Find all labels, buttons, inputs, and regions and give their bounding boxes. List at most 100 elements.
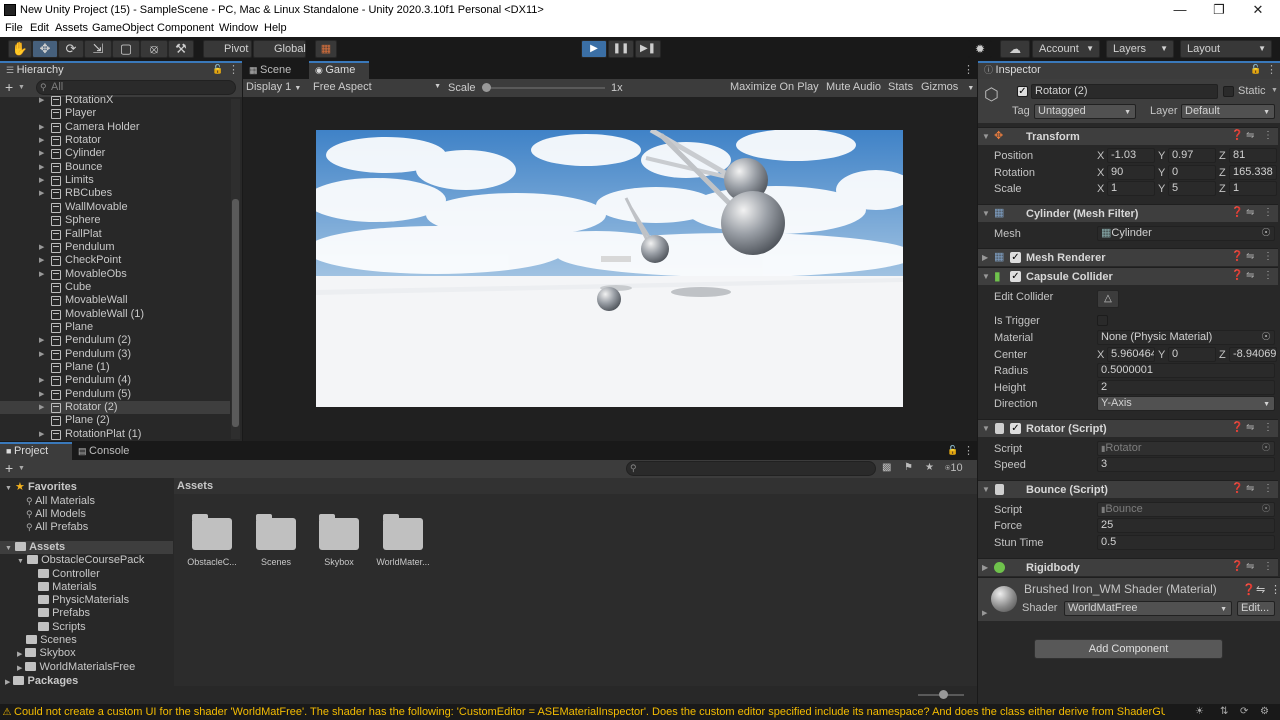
chevron-right-icon[interactable]: ▶ [39, 134, 44, 147]
hierarchy-item[interactable]: ▶ Bounce [0, 161, 230, 174]
speed-input[interactable]: 3 [1097, 457, 1275, 472]
more-icon[interactable]: ⋮ [1266, 63, 1277, 76]
more-icon[interactable]: ⋮ [1263, 207, 1273, 218]
favorites-header[interactable]: ▼ ★ Favorites [5, 481, 77, 494]
folder-skybox[interactable]: ▶ Skybox [17, 647, 76, 660]
preset-icon[interactable]: ⇋ [1246, 130, 1254, 141]
hierarchy-item[interactable]: MovableWall [0, 294, 230, 307]
shader-dropdown[interactable]: WorldMatFree ▼ [1064, 601, 1232, 616]
transform-header[interactable]: ▼ ✥ Transform ❓ ⇋ ⋮ [978, 127, 1278, 145]
gizmos-dropdown[interactable]: Gizmos ▼ [921, 81, 974, 93]
rect-tool-icon[interactable]: ▢ [112, 40, 140, 58]
folder-scripts[interactable]: Scripts [38, 621, 86, 634]
chevron-right-icon[interactable]: ▶ [39, 121, 44, 134]
scale-y-input[interactable]: 5 [1168, 181, 1216, 196]
move-tool-icon[interactable]: ✥ [32, 40, 58, 58]
height-input[interactable]: 2 [1097, 380, 1275, 395]
help-icon[interactable]: ❓ [1231, 130, 1243, 141]
hierarchy-item[interactable]: Plane (2) [0, 414, 230, 427]
breadcrumb-assets[interactable]: Assets [177, 480, 213, 492]
menu-edit[interactable]: Edit [30, 22, 49, 34]
mesh-field[interactable]: ▦Cylinder ☉ [1097, 226, 1275, 241]
hierarchy-item[interactable]: Player [0, 107, 230, 120]
close-button[interactable]: ✕ [1248, 2, 1268, 18]
help-icon[interactable]: ❓ [1231, 207, 1243, 218]
chevron-down-icon[interactable]: ▼ [18, 84, 25, 91]
stats-toggle[interactable]: Stats [888, 81, 913, 93]
position-z-input[interactable]: 81 [1229, 148, 1277, 163]
help-icon[interactable]: ❓ [1231, 270, 1243, 281]
help-icon[interactable]: ❓ [1231, 483, 1243, 494]
favorite-all-materials[interactable]: ⚲ All Materials [26, 495, 95, 508]
hierarchy-item[interactable]: ▶ Pendulum (2) [0, 334, 230, 347]
more-icon[interactable]: ⋮ [1263, 270, 1273, 281]
layer-dropdown[interactable]: Default ▼ [1181, 104, 1275, 119]
step-button[interactable]: ▶❚ [635, 40, 661, 58]
progress-icon[interactable]: ⟳ [1240, 704, 1248, 720]
hierarchy-item[interactable]: ▶ Camera Holder [0, 121, 230, 134]
global-toggle[interactable]: Global [253, 40, 306, 58]
target-icon[interactable]: ☉ [1261, 331, 1271, 344]
asset-folder-worldmaterials[interactable]: WorldMater... [365, 508, 441, 568]
chevron-down-icon[interactable]: ▼ [18, 465, 25, 472]
hierarchy-item[interactable]: WallMovable [0, 201, 230, 214]
chevron-right-icon[interactable]: ▶ [39, 348, 44, 361]
icon-size-slider[interactable] [918, 690, 964, 699]
enabled-checkbox[interactable]: ✓ [1010, 271, 1021, 282]
more-icon[interactable]: ⋮ [1263, 561, 1273, 572]
maximize-on-play-toggle[interactable]: Maximize On Play [730, 81, 819, 93]
hierarchy-scrollbar[interactable] [231, 99, 240, 439]
favorite-all-prefabs[interactable]: ⚲ All Prefabs [26, 521, 88, 534]
grid-snap-icon[interactable]: ▦ [315, 40, 337, 58]
project-search-input[interactable]: ⚲ [626, 461, 876, 476]
game-render-view[interactable] [316, 130, 903, 407]
pause-button[interactable]: ❚❚ [608, 40, 634, 58]
asset-folder-obstacle[interactable]: ObstacleC... [174, 508, 237, 568]
mesh-filter-header[interactable]: ▼ ▦ Cylinder (Mesh Filter) ❓ ⇋ ⋮ [978, 204, 1278, 222]
folder-scenes[interactable]: Scenes [26, 634, 77, 647]
help-icon[interactable]: ❓ [1231, 422, 1243, 433]
filter-label-icon[interactable]: ⚑ [904, 462, 913, 473]
shader-edit-button[interactable]: Edit... [1237, 601, 1275, 616]
chevron-right-icon[interactable]: ▶ [39, 161, 44, 174]
chevron-right-icon[interactable]: ▶ [39, 187, 44, 200]
chevron-right-icon[interactable]: ▶ [39, 174, 44, 187]
active-checkbox[interactable]: ✓ [1017, 86, 1028, 97]
is-trigger-checkbox[interactable] [1097, 315, 1108, 326]
icon-size-slider-thumb[interactable] [939, 690, 948, 699]
tab-console[interactable]: ▤ Console [72, 442, 142, 460]
hierarchy-item[interactable]: ▶ MovableObs [0, 268, 230, 281]
lock-icon[interactable]: 🔓 [212, 64, 223, 75]
hierarchy-item[interactable]: Plane [0, 321, 230, 334]
position-y-input[interactable]: 0.97 [1168, 148, 1216, 163]
chevron-right-icon[interactable]: ▶ [39, 401, 44, 414]
folder-obstacle[interactable]: ▼ ObstacleCoursePack [17, 554, 144, 567]
hierarchy-item[interactable]: ▶ RBCubes [0, 187, 230, 200]
assets-root[interactable]: ▼ Assets [0, 541, 173, 554]
hierarchy-item[interactable]: ▶ Cylinder [0, 147, 230, 160]
hierarchy-item[interactable]: ▶ Pendulum (3) [0, 348, 230, 361]
radius-input[interactable]: 0.5000001 [1097, 363, 1275, 378]
preset-icon[interactable]: ⇋ [1246, 207, 1254, 218]
add-component-button[interactable]: Add Component [1034, 639, 1223, 659]
cloud-icon[interactable]: ☁ [1000, 40, 1030, 58]
hierarchy-item[interactable]: Sphere [0, 214, 230, 227]
static-checkbox[interactable] [1223, 86, 1234, 97]
chevron-right-icon[interactable]: ▶ [39, 388, 44, 401]
hierarchy-item[interactable]: ▶ Pendulum (4) [0, 374, 230, 387]
filter-type-icon[interactable]: ▩ [882, 462, 891, 473]
chevron-right-icon[interactable]: ▶ [39, 268, 44, 281]
center-z-input[interactable]: -8.940697 [1229, 347, 1277, 362]
services-icon[interactable]: ✹ [968, 40, 992, 58]
hierarchy-item[interactable]: ▶ Limits [0, 174, 230, 187]
hierarchy-item[interactable]: ▶ Rotator (2) [0, 401, 230, 415]
hierarchy-item[interactable]: Cube [0, 281, 230, 294]
hierarchy-item[interactable]: ▶ Pendulum (5) [0, 388, 230, 401]
debug-icon[interactable]: ⚙ [1260, 704, 1269, 720]
target-icon[interactable]: ☉ [1261, 227, 1271, 240]
hierarchy-search-input[interactable]: ⚲ All [36, 80, 236, 95]
rotation-x-input[interactable]: 90 [1107, 165, 1155, 180]
bounce-script-header[interactable]: ▼ Bounce (Script) ❓ ⇋ ⋮ [978, 480, 1278, 498]
lock-icon[interactable]: 🔓 [947, 445, 958, 456]
direction-dropdown[interactable]: Y-Axis ▼ [1097, 396, 1275, 411]
